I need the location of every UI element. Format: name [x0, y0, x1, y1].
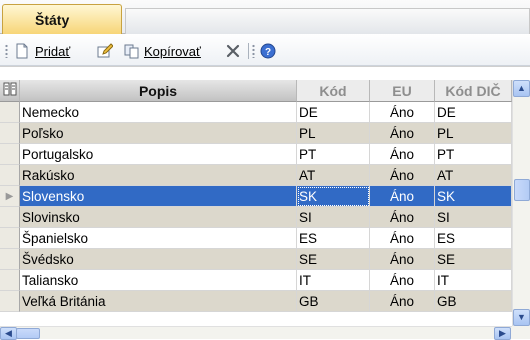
- add-button-label: Pridať: [35, 43, 71, 59]
- cell-popis[interactable]: Rakúsko: [20, 165, 297, 186]
- table-row[interactable]: Španielsko ES Áno ES: [0, 228, 512, 249]
- data-grid: Popis Kód EU Kód DIČ Nemecko DE Áno DE Poľsk…: [0, 66, 530, 340]
- cell-kod-dic[interactable]: AT: [435, 165, 512, 186]
- cell-kod-dic[interactable]: PT: [435, 144, 512, 165]
- table-row[interactable]: Slovinsko SI Áno SI: [0, 207, 512, 228]
- cell-kod[interactable]: GB: [297, 291, 370, 312]
- table-row[interactable]: ▶ Slovensko SK Áno SK: [0, 186, 512, 207]
- tab-strip-empty: [125, 8, 530, 34]
- toolbar-grip[interactable]: [5, 44, 8, 58]
- cell-eu[interactable]: Áno: [370, 228, 435, 249]
- copy-button[interactable]: Kopírovať: [124, 42, 201, 60]
- cell-eu[interactable]: Áno: [370, 165, 435, 186]
- add-button[interactable]: Pridať: [14, 42, 70, 60]
- row-indicator[interactable]: [0, 144, 20, 165]
- row-indicator[interactable]: [0, 165, 20, 186]
- scroll-right-button[interactable]: ▶: [494, 327, 511, 340]
- copy-button-label: Kopírovať: [144, 43, 201, 59]
- delete-icon: [225, 43, 241, 59]
- cell-kod-dic[interactable]: IT: [435, 270, 512, 291]
- help-button[interactable]: ?: [260, 42, 276, 60]
- cell-kod-dic[interactable]: PL: [435, 123, 512, 144]
- scroll-up-button[interactable]: ▲: [513, 80, 530, 97]
- row-indicator[interactable]: [0, 291, 20, 312]
- cell-eu[interactable]: Áno: [370, 123, 435, 144]
- new-document-icon: [14, 43, 30, 59]
- tab-staty[interactable]: Štáty: [2, 4, 122, 34]
- cell-popis[interactable]: Poľsko: [20, 123, 297, 144]
- cell-kod[interactable]: IT: [297, 270, 370, 291]
- table-row[interactable]: Veľká Británia GB Áno GB: [0, 291, 512, 312]
- cell-eu[interactable]: Áno: [370, 144, 435, 165]
- cell-kod[interactable]: PT: [297, 144, 370, 165]
- table-row[interactable]: Portugalsko PT Áno PT: [0, 144, 512, 165]
- cell-popis[interactable]: Švédsko: [20, 249, 297, 270]
- scroll-down-button[interactable]: ▼: [513, 309, 530, 326]
- vertical-scrollbar[interactable]: ▲ ▼: [512, 80, 530, 326]
- column-chooser-icon: [3, 82, 17, 99]
- horizontal-scrollbar[interactable]: ◀ ▶: [0, 326, 512, 340]
- row-pointer-icon: ▶: [5, 191, 14, 202]
- row-indicator[interactable]: [0, 228, 20, 249]
- cell-kod[interactable]: SI: [297, 207, 370, 228]
- cell-popis[interactable]: Taliansko: [20, 270, 297, 291]
- toolbar-separator: [248, 43, 249, 59]
- toolbar: Pridať Kopírovať ?: [0, 34, 530, 66]
- table-row[interactable]: Rakúsko AT Áno AT: [0, 165, 512, 186]
- cell-popis[interactable]: Slovensko: [20, 186, 297, 207]
- cell-eu[interactable]: Áno: [370, 270, 435, 291]
- help-icon: ?: [260, 43, 276, 59]
- scrollbar-corner: [512, 326, 530, 339]
- tab-bar: Štáty: [0, 0, 530, 34]
- cell-popis[interactable]: Portugalsko: [20, 144, 297, 165]
- cell-kod[interactable]: DE: [297, 102, 370, 123]
- cell-kod[interactable]: AT: [297, 165, 370, 186]
- tab-staty-label: Štáty: [35, 12, 70, 28]
- cell-eu[interactable]: Áno: [370, 207, 435, 228]
- table-row[interactable]: Nemecko DE Áno DE: [0, 102, 512, 123]
- cell-kod-dic[interactable]: DE: [435, 102, 512, 123]
- cell-popis[interactable]: Nemecko: [20, 102, 297, 123]
- cell-popis[interactable]: Španielsko: [20, 228, 297, 249]
- horizontal-scroll-thumb[interactable]: [16, 328, 40, 339]
- cell-kod[interactable]: ES: [297, 228, 370, 249]
- cell-kod-dic[interactable]: SI: [435, 207, 512, 228]
- column-header-eu[interactable]: EU: [370, 80, 435, 102]
- row-indicator[interactable]: [0, 270, 20, 291]
- svg-text:?: ?: [265, 47, 271, 58]
- cell-eu[interactable]: Áno: [370, 249, 435, 270]
- edit-icon: [97, 43, 114, 59]
- cell-eu[interactable]: Áno: [370, 186, 435, 207]
- row-indicator[interactable]: [0, 102, 20, 123]
- column-header-popis[interactable]: Popis: [20, 80, 297, 102]
- toolbar-grip-2[interactable]: [252, 44, 255, 58]
- row-indicator[interactable]: [0, 249, 20, 270]
- cell-kod-dic[interactable]: SK: [435, 186, 512, 207]
- cell-kod-dic[interactable]: GB: [435, 291, 512, 312]
- cell-eu[interactable]: Áno: [370, 291, 435, 312]
- table-row[interactable]: Švédsko SE Áno SE: [0, 249, 512, 270]
- cell-kod[interactable]: SK: [297, 186, 370, 207]
- row-indicator[interactable]: ▶: [0, 186, 20, 207]
- cell-kod[interactable]: PL: [297, 123, 370, 144]
- cell-popis[interactable]: Slovinsko: [20, 207, 297, 228]
- vertical-scroll-thumb[interactable]: [514, 179, 530, 201]
- cell-popis[interactable]: Veľká Británia: [20, 291, 297, 312]
- table-row[interactable]: Poľsko PL Áno PL: [0, 123, 512, 144]
- row-indicator[interactable]: [0, 123, 20, 144]
- column-chooser-button[interactable]: [0, 80, 20, 102]
- scroll-left-button[interactable]: ◀: [0, 327, 17, 340]
- delete-button[interactable]: [225, 42, 241, 60]
- column-header-kod[interactable]: Kód: [297, 80, 370, 102]
- cell-eu[interactable]: Áno: [370, 102, 435, 123]
- table-row[interactable]: Taliansko IT Áno IT: [0, 270, 512, 291]
- edit-button[interactable]: [97, 42, 114, 60]
- copy-icon: [124, 43, 140, 59]
- cell-kod-dic[interactable]: ES: [435, 228, 512, 249]
- cell-kod[interactable]: SE: [297, 249, 370, 270]
- row-indicator[interactable]: [0, 207, 20, 228]
- column-header-kod-dic[interactable]: Kód DIČ: [435, 80, 512, 102]
- cell-kod-dic[interactable]: SE: [435, 249, 512, 270]
